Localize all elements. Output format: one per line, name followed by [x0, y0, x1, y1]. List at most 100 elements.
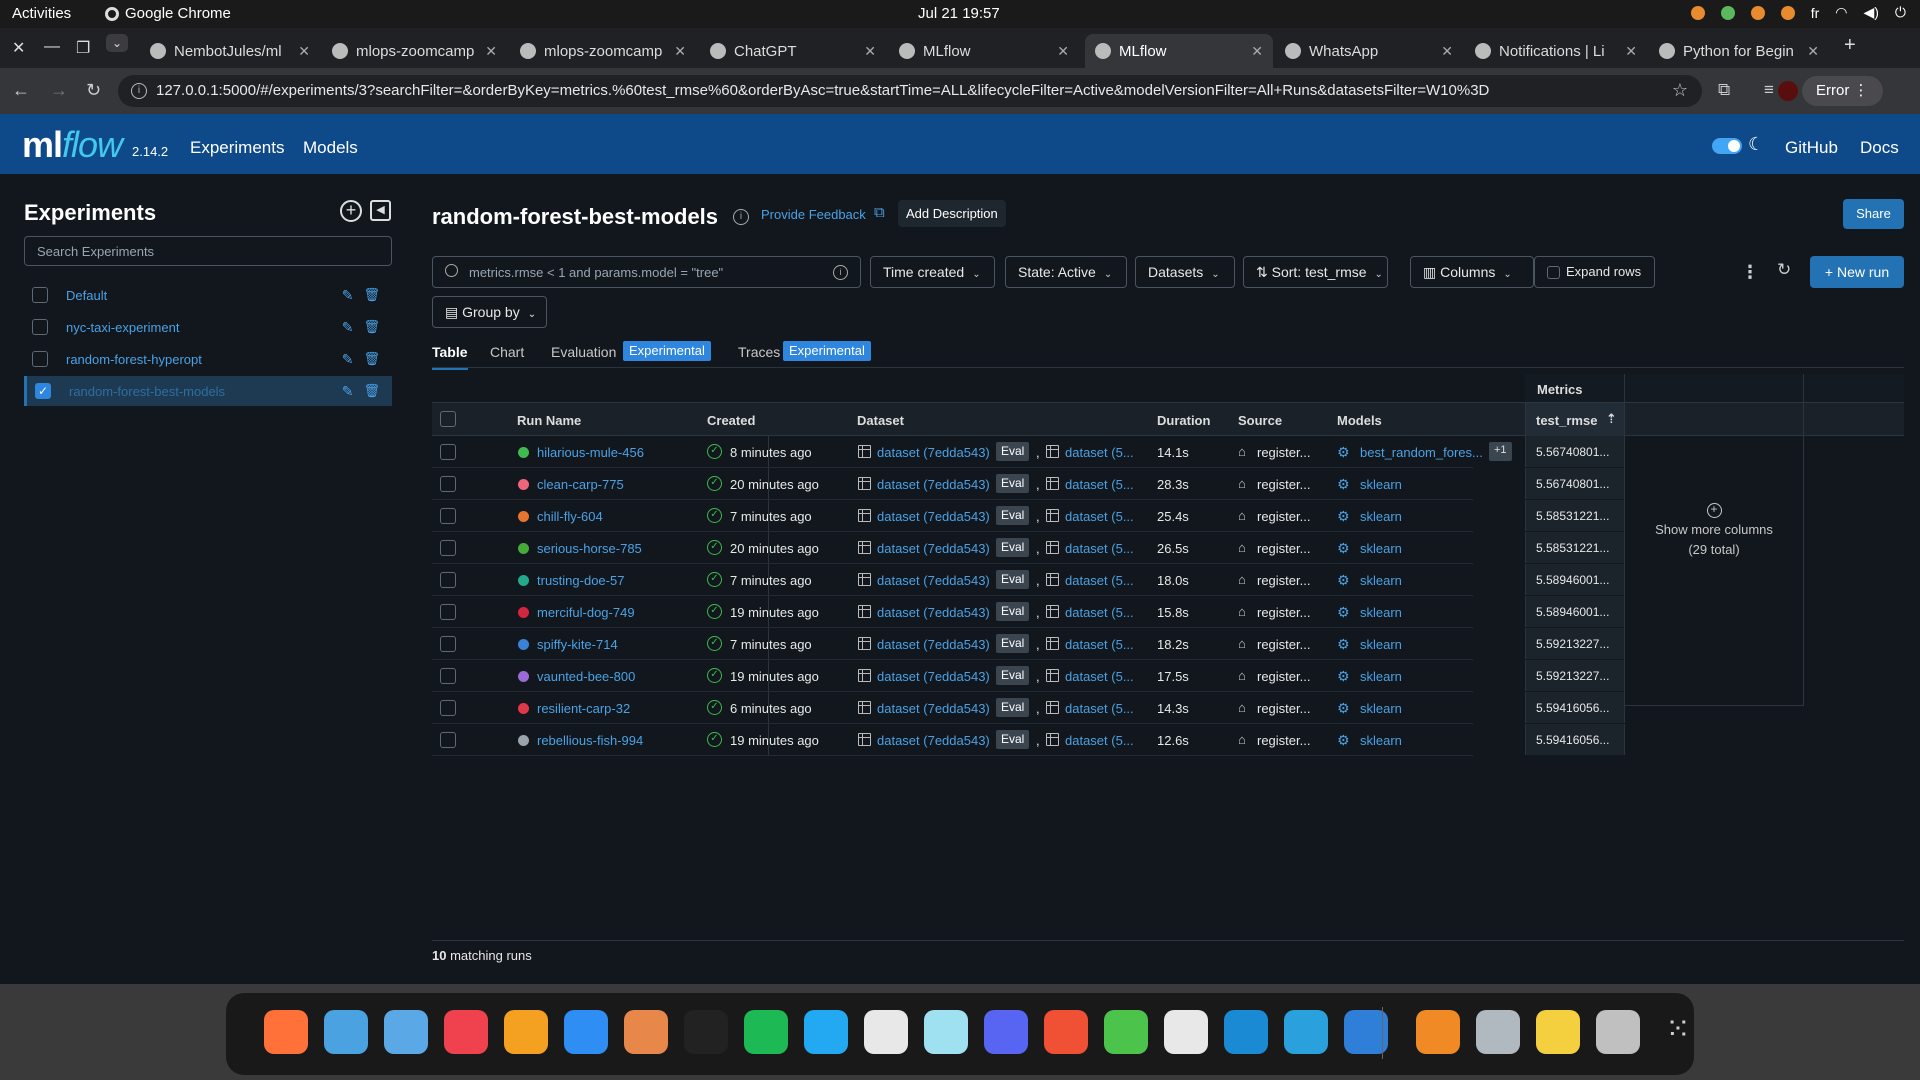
header-models[interactable]: Models — [1337, 413, 1382, 428]
row-checkbox[interactable] — [440, 508, 456, 524]
terminal-icon[interactable] — [684, 1010, 728, 1054]
media-control-icon[interactable]: ≡ — [1764, 80, 1774, 100]
row-checkbox[interactable] — [440, 668, 456, 684]
header-created[interactable]: Created — [707, 413, 755, 428]
dataset-link[interactable]: dataset (7edda543) — [877, 669, 990, 684]
dataset-link[interactable]: dataset (5... — [1065, 605, 1134, 620]
volume-icon[interactable]: ◀) — [1863, 4, 1878, 21]
browser-tab[interactable]: mlops-zoomcamp ✕ — [322, 34, 507, 68]
model-link[interactable]: sklearn — [1360, 701, 1402, 716]
run-name-link[interactable]: hilarious-mule-456 — [537, 445, 644, 460]
sidebar-experiment-item[interactable]: Default ✎ 🗑︎ — [24, 280, 392, 310]
model-link[interactable]: sklearn — [1360, 541, 1402, 556]
new-run-button[interactable]: + New run — [1810, 256, 1904, 288]
dataset-link[interactable]: dataset (7edda543) — [877, 573, 990, 588]
edit-icon[interactable]: ✎ — [342, 383, 354, 400]
run-search-input[interactable]: metrics.rmse < 1 and params.model = "tre… — [432, 256, 861, 288]
tab-evaluation[interactable]: Evaluation — [551, 344, 616, 360]
nav-models[interactable]: Models — [303, 138, 358, 158]
dataset-link[interactable]: dataset (5... — [1065, 541, 1134, 556]
git-gui-icon[interactable] — [1044, 1010, 1088, 1054]
browser-tab[interactable]: Notifications | Li ✕ — [1465, 34, 1647, 68]
browser-tab[interactable]: MLflow ✕ — [889, 34, 1079, 68]
reload-icon[interactable]: ↻ — [86, 80, 101, 101]
delete-icon[interactable]: 🗑︎ — [363, 287, 380, 303]
tab-table[interactable]: Table — [432, 344, 468, 370]
external-link-icon[interactable]: ⧉ — [874, 204, 885, 221]
delete-icon[interactable]: 🗑︎ — [363, 319, 380, 335]
profile-error-button[interactable]: Error ⋮ — [1802, 76, 1883, 106]
experiment-name[interactable]: random-forest-hyperopt — [66, 352, 342, 367]
more-options-icon[interactable]: ⋮ — [1741, 262, 1759, 283]
keyboard-layout[interactable]: fr — [1811, 5, 1820, 21]
slack-icon[interactable] — [1164, 1010, 1208, 1054]
github-link[interactable]: GitHub — [1785, 138, 1838, 158]
close-tab-icon[interactable]: ✕ — [864, 43, 876, 60]
edit-icon[interactable]: ✎ — [342, 351, 354, 368]
site-info-icon[interactable]: i — [131, 83, 147, 99]
model-link[interactable]: sklearn — [1360, 669, 1402, 684]
show-more-columns-panel[interactable]: + Show more columns (29 total) — [1624, 374, 1804, 706]
table-row[interactable]: trusting-doe-57 ✓ 7 minutes ago dataset (7e… — [432, 564, 1625, 596]
clock[interactable]: Jul 21 19:57 — [918, 5, 1000, 22]
columns-dropdown[interactable]: ▥ Columns ⌄ — [1410, 256, 1534, 288]
edit-icon[interactable]: ✎ — [342, 319, 354, 336]
time-created-dropdown[interactable]: Time created ⌄ — [870, 256, 995, 288]
wifi-icon[interactable]: ◠ — [1835, 4, 1847, 21]
source-link[interactable]: register... — [1257, 637, 1310, 652]
profile-avatar[interactable] — [1778, 81, 1798, 101]
chrome-icon[interactable] — [864, 1010, 908, 1054]
music-icon[interactable] — [444, 1010, 488, 1054]
vscode-icon[interactable] — [804, 1010, 848, 1054]
restore-window-icon[interactable]: ❐ — [76, 38, 90, 58]
row-checkbox[interactable] — [440, 540, 456, 556]
browser-tab[interactable]: mlops-zoomcamp ✕ — [510, 34, 696, 68]
new-tab-icon[interactable]: + — [1844, 34, 1856, 57]
mail-icon[interactable] — [324, 1010, 368, 1054]
run-name-link[interactable]: serious-horse-785 — [537, 541, 642, 556]
header-test-rmse[interactable]: test_rmse — [1536, 413, 1597, 428]
notes-icon[interactable] — [1536, 1010, 1580, 1054]
table-row[interactable]: vaunted-bee-800 ✓ 19 minutes ago dataset (7… — [432, 660, 1625, 692]
close-tab-icon[interactable]: ✕ — [1625, 43, 1637, 60]
trash-icon[interactable] — [1596, 1010, 1640, 1054]
dataset-link[interactable]: dataset (7edda543) — [877, 541, 990, 556]
header-dataset[interactable]: Dataset — [857, 413, 904, 428]
pages-icon[interactable] — [504, 1010, 548, 1054]
close-tab-icon[interactable]: ✕ — [298, 43, 310, 60]
tab-search-icon[interactable]: ⌄ — [106, 34, 129, 52]
delete-icon[interactable]: 🗑︎ — [363, 351, 380, 367]
mlflow-logo[interactable]: mlflow — [22, 124, 123, 166]
keynote-icon[interactable] — [624, 1010, 668, 1054]
firefox-icon[interactable] — [264, 1010, 308, 1054]
experiment-checkbox[interactable]: ✓ — [35, 383, 51, 399]
discord-icon[interactable] — [984, 1010, 1028, 1054]
model-link[interactable]: best_random_fores... — [1360, 445, 1483, 460]
state-dropdown[interactable]: State: Active ⌄ — [1005, 256, 1127, 288]
close-tab-icon[interactable]: ✕ — [1807, 43, 1819, 60]
source-link[interactable]: register... — [1257, 605, 1310, 620]
dataset-link[interactable]: dataset (5... — [1065, 477, 1134, 492]
more-models-badge[interactable]: +1 — [1489, 442, 1512, 461]
run-name-link[interactable]: resilient-carp-32 — [537, 701, 630, 716]
datasets-dropdown[interactable]: Datasets ⌄ — [1135, 256, 1235, 288]
close-tab-icon[interactable]: ✕ — [674, 43, 686, 60]
header-test-rmse-cell[interactable]: test_rmse ⇡ — [1525, 403, 1625, 437]
run-name-link[interactable]: clean-carp-775 — [537, 477, 624, 492]
model-link[interactable]: sklearn — [1360, 733, 1402, 748]
dataset-link[interactable]: dataset (7edda543) — [877, 477, 990, 492]
source-link[interactable]: register... — [1257, 541, 1310, 556]
back-icon[interactable]: ← — [12, 80, 30, 101]
experiment-name[interactable]: Default — [66, 288, 342, 303]
tray-app-icon[interactable] — [1750, 5, 1765, 20]
row-checkbox[interactable] — [440, 700, 456, 716]
activities-button[interactable]: Activities — [12, 5, 71, 22]
edit-icon[interactable]: ✎ — [342, 287, 354, 304]
dataset-link[interactable]: dataset (5... — [1065, 509, 1134, 524]
sort-ascending-icon[interactable]: ⇡ — [1606, 411, 1617, 427]
tab-traces[interactable]: Traces — [738, 344, 780, 360]
dataset-link[interactable]: dataset (7edda543) — [877, 605, 990, 620]
finder-icon[interactable] — [384, 1010, 428, 1054]
collapse-sidebar-icon[interactable]: ◀ — [370, 200, 391, 221]
sidebar-experiment-item[interactable]: ✓ random-forest-best-models ✎ 🗑︎ — [24, 376, 392, 406]
